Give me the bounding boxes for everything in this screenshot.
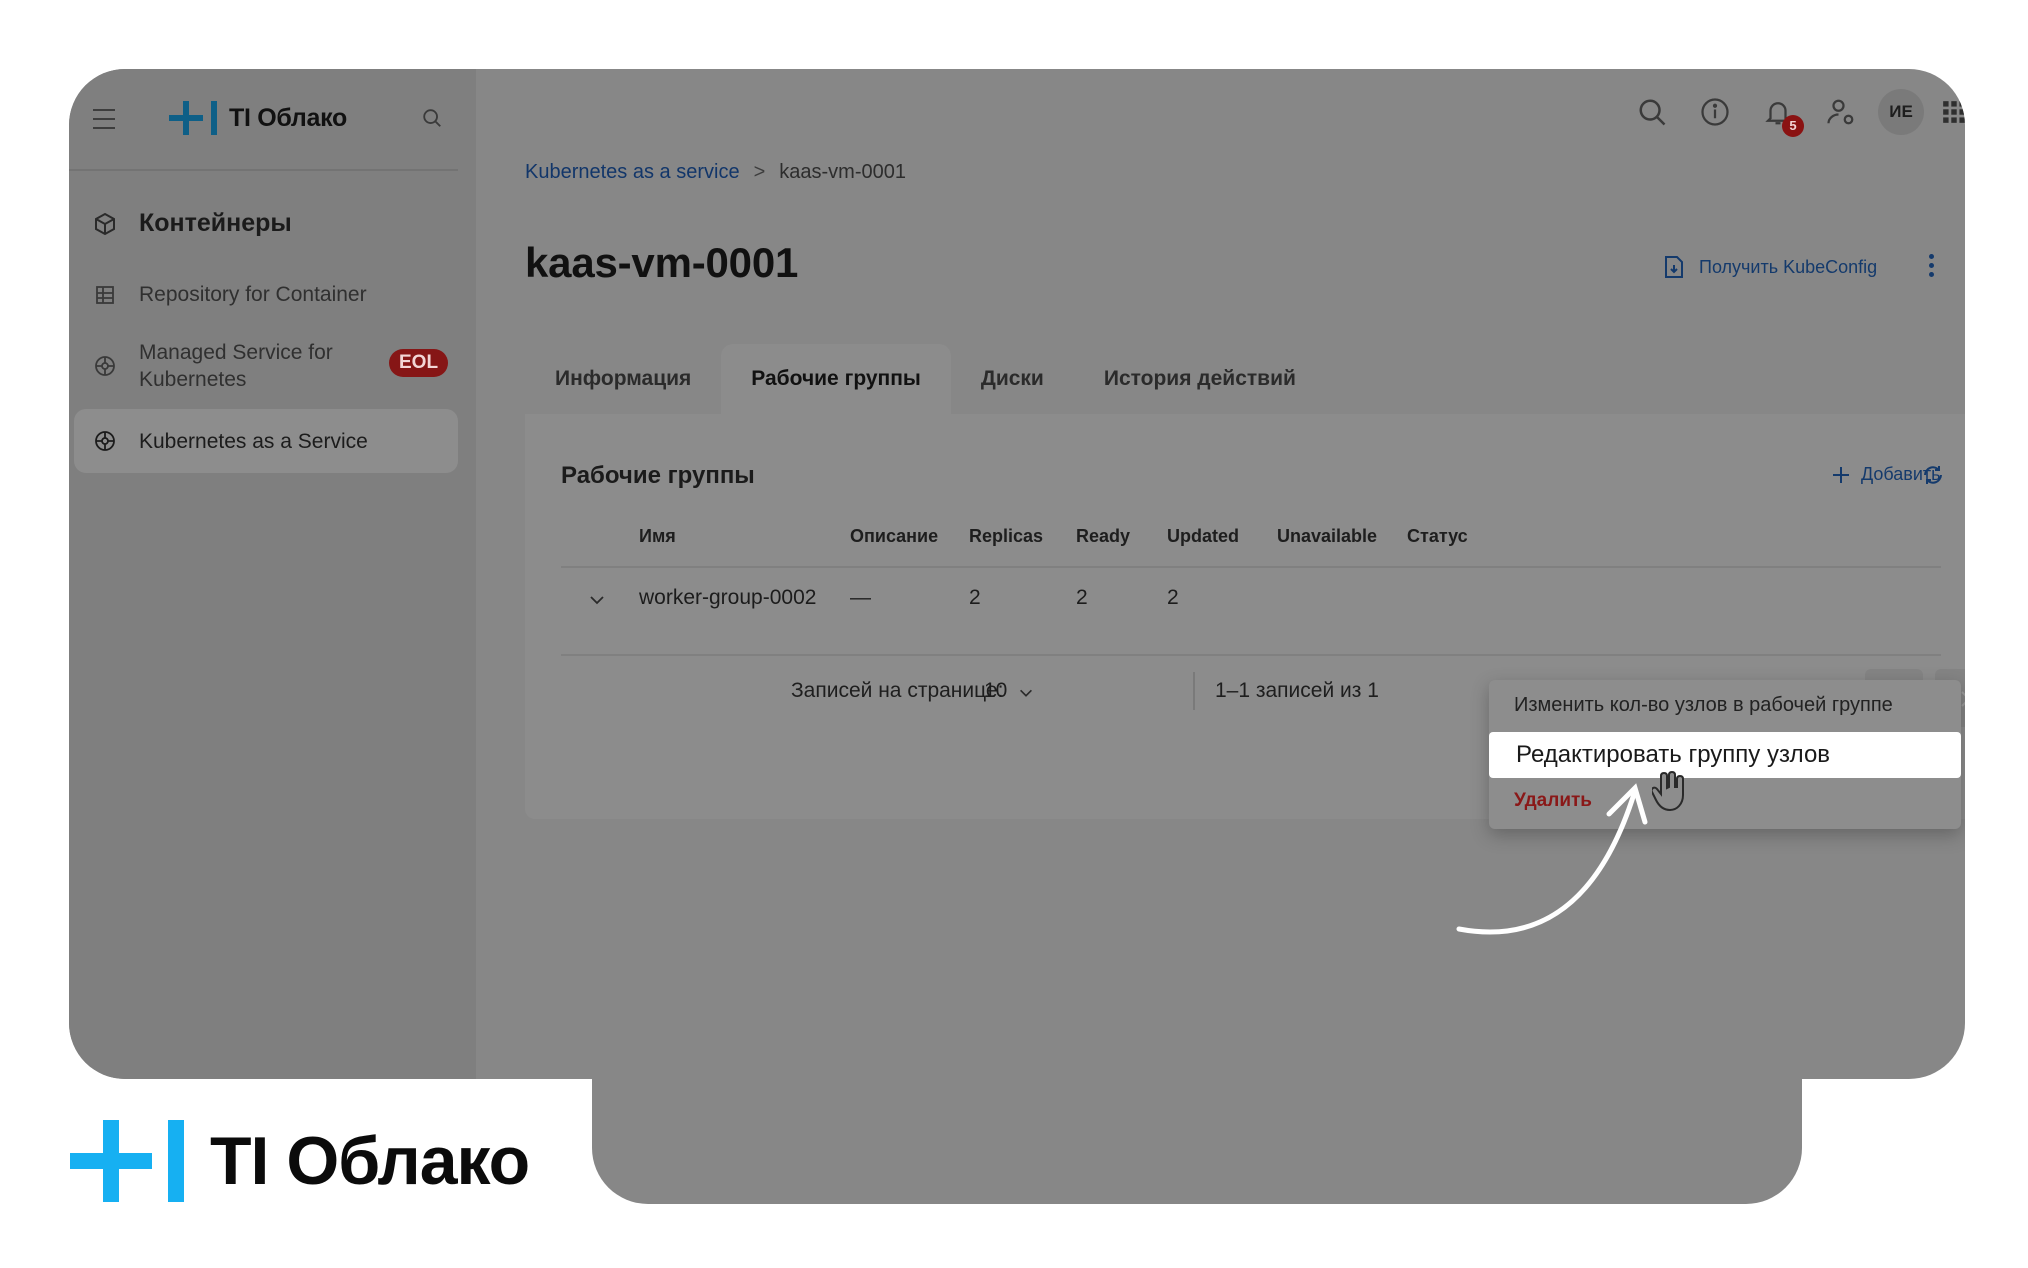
sidebar-item-repository[interactable]: Repository for Container: [93, 281, 367, 308]
apps-grid-icon[interactable]: [1941, 99, 1965, 125]
chevron-down-icon[interactable]: [587, 590, 607, 610]
sidebar-item-label: Repository for Container: [139, 283, 367, 306]
row-name: worker-group-0002: [639, 586, 817, 609]
logo[interactable]: TI Облако: [169, 101, 347, 135]
eol-badge: EOL: [389, 349, 449, 377]
hand-cursor-icon: [1652, 770, 1684, 812]
breadcrumb-root-link[interactable]: Kubernetes as a service: [525, 161, 740, 184]
logo-bar: [168, 1120, 184, 1202]
more-actions-icon[interactable]: [1929, 254, 1935, 281]
registry-icon: [96, 285, 114, 304]
menu-icon[interactable]: [93, 109, 115, 136]
page-title: kaas-vm-0001: [525, 239, 799, 286]
tab-disks[interactable]: Диски: [951, 344, 1074, 414]
menu-item-edit-node-group[interactable]: Редактировать группу узлов: [1489, 732, 1961, 778]
table-divider: [561, 566, 1941, 568]
kubernetes-icon: [95, 356, 115, 376]
menu-item-scale-nodes[interactable]: Изменить кол-во узлов в рабочей группе: [1514, 694, 1893, 717]
tabs: Информация Рабочие группы Диски История …: [525, 344, 1326, 414]
refresh-icon[interactable]: [1921, 463, 1945, 487]
table-divider: [561, 654, 1941, 656]
row-replicas: 2: [969, 586, 981, 609]
footer-logo-text: TI Облако: [210, 1123, 530, 1199]
frame-extension: [592, 1040, 1802, 1204]
info-icon[interactable]: [1700, 97, 1730, 127]
per-page-label: Записей на странице:: [791, 679, 1004, 702]
get-kubeconfig-label: Получить KubeConfig: [1699, 256, 1878, 277]
cube-icon: [95, 212, 115, 235]
sidebar-item-managed-kubernetes[interactable]: Managed Service for Kubernetes: [93, 339, 359, 393]
get-kubeconfig-button[interactable]: Получить KubeConfig: [1663, 255, 1877, 279]
logo-plus-icon: [169, 101, 203, 135]
logo-plus-icon: [70, 1120, 152, 1202]
sidebar-item-label: Managed Service for Kubernetes: [139, 341, 333, 391]
column-header-unavailable[interactable]: Unavailable: [1277, 526, 1377, 547]
sidebar-item-kaas[interactable]: Kubernetes as a Service: [74, 409, 458, 473]
sidebar: TI Облако Контейнеры Repository for Cont…: [69, 69, 476, 1079]
sidebar-section-containers[interactable]: Контейнеры: [93, 209, 292, 238]
column-header-name[interactable]: Имя: [639, 526, 676, 547]
row-updated: 2: [1167, 586, 1179, 609]
logo-bar: [211, 101, 217, 135]
notification-badge: 5: [1782, 115, 1804, 137]
column-header-ready[interactable]: Ready: [1076, 526, 1130, 547]
kubernetes-icon: [95, 431, 115, 451]
user-settings-icon[interactable]: [1826, 97, 1856, 127]
plus-icon: [1833, 466, 1849, 483]
sidebar-section-label: Контейнеры: [139, 209, 292, 237]
row-ready: 2: [1076, 586, 1088, 609]
avatar[interactable]: ИЕ: [1878, 89, 1924, 135]
row-description: —: [850, 586, 871, 609]
column-header-status[interactable]: Статус: [1407, 526, 1468, 547]
file-download-icon: [1665, 256, 1683, 278]
breadcrumb-current: kaas-vm-0001: [779, 161, 906, 183]
column-header-description[interactable]: Описание: [850, 526, 938, 547]
sidebar-header: TI Облако: [69, 69, 458, 171]
column-header-replicas[interactable]: Replicas: [969, 526, 1043, 547]
tab-history[interactable]: История действий: [1074, 344, 1326, 414]
per-page-select[interactable]: 10: [984, 679, 1007, 703]
sidebar-item-label: Kubernetes as a Service: [139, 429, 368, 453]
logo-text: TI Облако: [229, 103, 347, 132]
tab-info[interactable]: Информация: [525, 344, 721, 414]
panel-title: Рабочие группы: [561, 462, 755, 489]
pager-range: 1–1 записей из 1: [1215, 679, 1379, 702]
chevron-down-icon[interactable]: [1017, 684, 1035, 702]
breadcrumb: Kubernetes as a service > kaas-vm-0001: [525, 161, 906, 184]
column-header-updated[interactable]: Updated: [1167, 526, 1239, 547]
footer-logo: TI Облако: [70, 1120, 530, 1202]
tab-worker-groups[interactable]: Рабочие группы: [721, 344, 951, 414]
sidebar-search-icon[interactable]: [421, 107, 443, 129]
breadcrumb-separator: >: [753, 161, 766, 183]
app-window: TI Облако Контейнеры Repository for Cont…: [69, 69, 1965, 1079]
search-icon[interactable]: [1637, 97, 1667, 127]
pager-divider: [1193, 672, 1195, 710]
corner-area: [1802, 1081, 2028, 1268]
